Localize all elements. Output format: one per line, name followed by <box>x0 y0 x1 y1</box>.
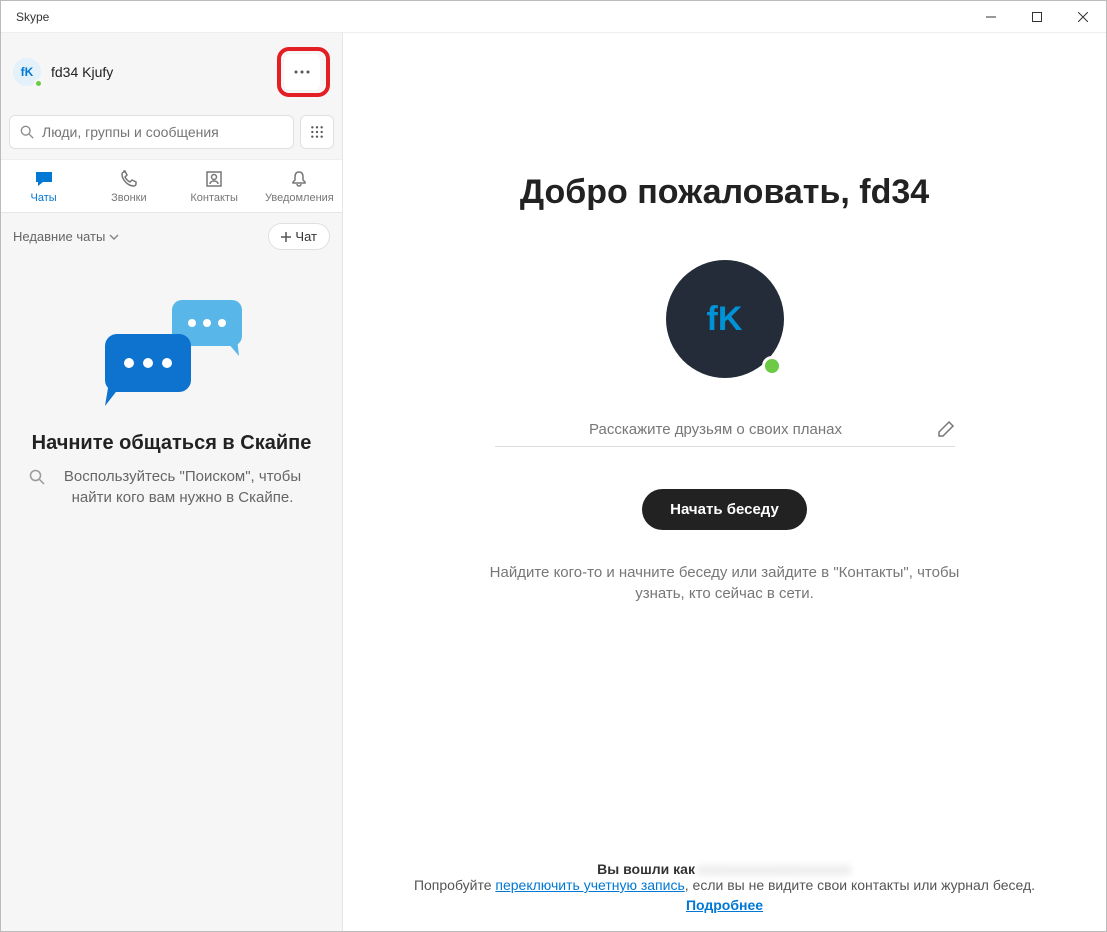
main-content: Добро пожаловать, fd34 fK Расскажите дру… <box>343 33 1106 931</box>
window-title: Skype <box>16 10 968 24</box>
tab-contacts[interactable]: Контакты <box>172 160 257 212</box>
recent-label-text: Недавние чаты <box>13 229 105 244</box>
contacts-icon <box>205 170 223 188</box>
avatar[interactable]: fK <box>13 58 41 86</box>
bell-icon <box>290 170 308 188</box>
start-conversation-button[interactable]: Начать беседу <box>642 489 807 530</box>
nav-tabs: Чаты Звонки Контакты Уведомления <box>1 159 342 213</box>
status-row[interactable]: Расскажите друзьям о своих планах <box>495 420 955 447</box>
titlebar: Skype <box>1 1 1106 33</box>
presence-indicator-large <box>762 356 782 376</box>
welcome-heading: Добро пожаловать, fd34 <box>520 173 929 212</box>
close-button[interactable] <box>1060 1 1106 33</box>
find-description: Найдите кого-то и начните беседу или зай… <box>475 562 975 604</box>
try-text: Попробуйте <box>414 877 495 893</box>
empty-description: Воспользуйтесь "Поиском", чтобы найти ко… <box>29 466 314 508</box>
search-icon <box>29 469 45 485</box>
empty-title: Начните общаться в Скайпе <box>32 430 312 456</box>
switch-account-link[interactable]: переключить учетную запись <box>495 877 684 893</box>
empty-state: Начните общаться в Скайпе Воспользуйтесь… <box>1 260 342 931</box>
avatar-initials: fK <box>21 65 34 79</box>
maximize-button[interactable] <box>1014 1 1060 33</box>
tab-label: Контакты <box>190 192 238 204</box>
tab-label: Чаты <box>31 192 57 204</box>
signed-in-label: Вы вошли как <box>597 861 695 877</box>
empty-desc-text: Воспользуйтесь "Поиском", чтобы найти ко… <box>51 466 314 508</box>
minimize-button[interactable] <box>968 1 1014 33</box>
avatar-large-initials: fK <box>707 300 743 339</box>
chat-bubbles-illustration <box>87 292 257 412</box>
more-menu-button[interactable] <box>284 54 320 90</box>
chevron-down-icon <box>109 234 119 240</box>
avatar-large[interactable]: fK <box>666 260 784 378</box>
phone-icon <box>120 170 138 188</box>
search-field[interactable] <box>42 124 283 140</box>
after-switch-text: , если вы не видите свои контакты или жу… <box>685 877 1035 893</box>
chat-btn-label: Чат <box>295 229 317 244</box>
recent-chats-dropdown[interactable]: Недавние чаты <box>13 229 119 244</box>
window-controls <box>968 1 1106 33</box>
status-placeholder: Расскажите друзьям о своих планах <box>495 421 937 438</box>
profile-row: fK fd34 Kjufy <box>1 33 342 115</box>
tab-notifications[interactable]: Уведомления <box>257 160 342 212</box>
sidebar: fK fd34 Kjufy Чаты <box>1 33 343 931</box>
tab-label: Уведомления <box>265 192 334 204</box>
tab-calls[interactable]: Звонки <box>86 160 171 212</box>
presence-indicator <box>34 79 43 88</box>
new-chat-button[interactable]: Чат <box>268 223 330 250</box>
signed-in-account-blurred: xxxxxxxxxxxxxxxxx <box>699 861 852 877</box>
edit-icon[interactable] <box>937 420 955 438</box>
chat-icon <box>34 170 54 188</box>
tab-chats[interactable]: Чаты <box>1 160 86 212</box>
search-input[interactable] <box>9 115 294 149</box>
profile-name[interactable]: fd34 Kjufy <box>51 64 277 80</box>
plus-icon <box>281 232 291 242</box>
dialpad-button[interactable] <box>300 115 334 149</box>
tab-label: Звонки <box>111 192 147 204</box>
learn-more-link[interactable]: Подробнее <box>383 897 1066 913</box>
footer: Вы вошли как xxxxxxxxxxxxxxxxx Попробуйт… <box>343 861 1106 913</box>
